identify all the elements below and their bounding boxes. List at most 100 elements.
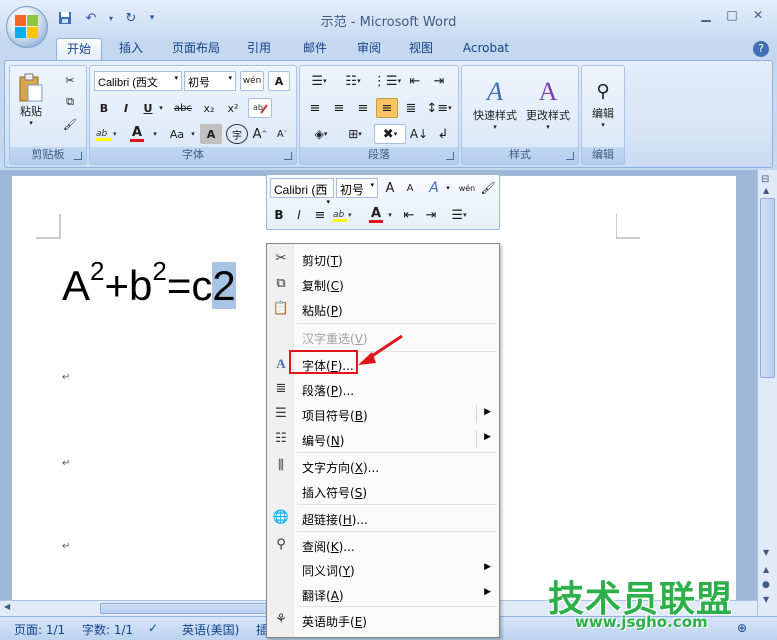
- tab-page-layout[interactable]: 页面布局: [164, 38, 228, 60]
- minimize-icon[interactable]: ▁: [695, 6, 717, 24]
- close-icon[interactable]: ✕: [747, 6, 769, 24]
- clear-formatting-button[interactable]: ab: [248, 98, 272, 118]
- mini-font-color-icon[interactable]: A: [368, 205, 384, 225]
- styles-launcher-icon[interactable]: [566, 152, 574, 160]
- menu-item-synonyms[interactable]: 同义词(Y) ▶: [268, 557, 499, 581]
- borders-button[interactable]: ⊞ ▾: [340, 124, 370, 144]
- sort-icon[interactable]: A↓: [408, 124, 430, 144]
- help-icon[interactable]: ?: [753, 41, 769, 57]
- mini-font-color-dropdown-icon[interactable]: ▾: [385, 205, 395, 225]
- tab-acrobat[interactable]: Acrobat: [456, 38, 516, 60]
- change-case-dropdown-icon[interactable]: ▾: [188, 124, 198, 144]
- enclose-chars-button[interactable]: 字: [226, 124, 248, 144]
- mini-bold-button[interactable]: B: [270, 205, 288, 225]
- italic-button[interactable]: I: [116, 98, 136, 118]
- underline-button[interactable]: U: [138, 98, 158, 118]
- scroll-left-icon[interactable]: ◀: [4, 602, 10, 611]
- copy-icon[interactable]: ⧉: [60, 92, 80, 112]
- tab-mailings[interactable]: 邮件: [292, 38, 338, 60]
- bullets-button[interactable]: ☰ ▾: [304, 71, 334, 91]
- next-page-icon[interactable]: ▼: [763, 595, 769, 604]
- scroll-up-icon[interactable]: ▲: [763, 186, 769, 195]
- font-launcher-icon[interactable]: [284, 152, 292, 160]
- shading-button[interactable]: ◈ ▾: [304, 124, 338, 144]
- browse-object-icon[interactable]: ●: [762, 580, 770, 590]
- change-styles-button[interactable]: A 更改样式 ▾: [522, 70, 574, 138]
- language-indicator[interactable]: 英语(美国): [182, 621, 239, 638]
- quick-styles-button[interactable]: A 快速样式 ▾: [470, 70, 520, 138]
- menu-item-hyperlink[interactable]: 🌐 超链接(H)...: [268, 506, 499, 530]
- scroll-down-icon[interactable]: ▼: [763, 548, 769, 557]
- cut-icon[interactable]: ✂: [60, 70, 80, 90]
- mini-grow-font-button[interactable]: A: [381, 178, 399, 198]
- underline-dropdown-icon[interactable]: ▾: [156, 98, 166, 118]
- mini-font-size-box[interactable]: 初号 ▾: [336, 178, 378, 198]
- tab-insert[interactable]: 插入: [108, 38, 154, 60]
- ruler-toggle-icon[interactable]: ⊟: [761, 174, 769, 185]
- align-center-icon[interactable]: ≡: [328, 98, 350, 118]
- vertical-scrollbar[interactable]: ⊟ ▲ ▼ ▲ ● ▼: [757, 170, 777, 616]
- mini-highlight-icon[interactable]: ab ▾: [332, 205, 356, 225]
- phonetic-guide-button[interactable]: wén: [240, 71, 264, 91]
- menu-item-bullets[interactable]: ☰ 项目符号(B) ▶: [268, 402, 499, 426]
- format-painter-icon[interactable]: 🖌: [60, 114, 80, 134]
- editing-button[interactable]: ⚲ 编辑 ▾: [584, 70, 622, 138]
- line-spacing-button[interactable]: ↕≡ ▾: [424, 98, 454, 118]
- maximize-icon[interactable]: □: [721, 6, 743, 24]
- menu-item-paste[interactable]: 📋 粘贴(P): [268, 297, 499, 321]
- menu-item-insert-symbol[interactable]: 插入符号(S): [268, 479, 499, 503]
- prev-page-icon[interactable]: ▲: [763, 565, 769, 574]
- paste-button[interactable]: 粘贴 ▾: [14, 70, 48, 130]
- menu-item-lookup[interactable]: ⚲ 查阅(K)...: [268, 533, 499, 557]
- equation-text[interactable]: A2+b2=c2: [62, 258, 236, 309]
- char-shading-button[interactable]: A: [200, 124, 222, 144]
- mini-format-painter-icon[interactable]: 🖌: [479, 178, 497, 198]
- mini-styles-dropdown-icon[interactable]: ▾: [443, 178, 453, 198]
- word-count[interactable]: 字数: 1/1: [82, 621, 133, 638]
- horizontal-scroll-thumb[interactable]: [100, 603, 270, 614]
- distributed-icon[interactable]: ≣: [400, 98, 422, 118]
- font-color-button[interactable]: A: [124, 124, 150, 144]
- strikethrough-button[interactable]: abc: [170, 98, 196, 118]
- show-marks-icon[interactable]: ↲: [432, 124, 454, 144]
- mini-bullets-icon[interactable]: ☰ ▾: [445, 205, 473, 225]
- chinese-layout-button[interactable]: ✖ ▾: [374, 124, 406, 144]
- char-border-button[interactable]: A: [268, 71, 290, 91]
- mini-shrink-font-button[interactable]: A: [401, 178, 419, 198]
- mini-italic-button[interactable]: I: [290, 205, 308, 225]
- mini-styles-button[interactable]: A: [423, 178, 445, 198]
- justify-icon[interactable]: ≡: [376, 98, 398, 118]
- selected-text[interactable]: 2: [212, 262, 236, 309]
- mini-increase-indent-icon[interactable]: ⇥: [421, 205, 441, 225]
- menu-item-english-assistant[interactable]: ⚘ 英语助手(E): [268, 608, 499, 632]
- mini-phonetic-button[interactable]: wén: [457, 178, 477, 198]
- page-count[interactable]: 页面: 1/1: [14, 621, 65, 638]
- tab-view[interactable]: 视图: [398, 38, 444, 60]
- menu-item-cut[interactable]: ✂ 剪切(T): [268, 247, 499, 271]
- vertical-scroll-thumb[interactable]: [760, 198, 775, 378]
- menu-item-numbering[interactable]: ☷ 编号(N) ▶: [268, 427, 499, 451]
- office-button[interactable]: [6, 6, 48, 48]
- tab-review[interactable]: 审阅: [346, 38, 392, 60]
- subscript-button[interactable]: x₂: [198, 98, 220, 118]
- tab-home[interactable]: 开始: [56, 38, 102, 60]
- align-right-icon[interactable]: ≡: [352, 98, 374, 118]
- change-case-button[interactable]: Aa: [164, 124, 190, 144]
- mini-center-icon[interactable]: ≡: [310, 205, 330, 225]
- paragraph-launcher-icon[interactable]: [446, 152, 454, 160]
- decrease-indent-icon[interactable]: ⇤: [404, 71, 426, 91]
- mini-decrease-indent-icon[interactable]: ⇤: [399, 205, 419, 225]
- proofing-icon[interactable]: ✓: [148, 621, 158, 635]
- menu-item-text-direction[interactable]: ⫼ 文字方向(X)...: [268, 454, 499, 478]
- menu-item-translate[interactable]: 翻译(A) ▶: [268, 582, 499, 606]
- align-left-icon[interactable]: ≡: [304, 98, 326, 118]
- tab-references[interactable]: 引用: [236, 38, 282, 60]
- grow-font-button[interactable]: A ^: [250, 124, 270, 144]
- mini-font-name-box[interactable]: Calibri (西 ▾: [270, 178, 334, 206]
- font-color-dropdown-icon[interactable]: ▾: [150, 124, 160, 144]
- font-size-box[interactable]: 初号 ▾: [184, 71, 236, 91]
- bold-button[interactable]: B: [94, 98, 114, 118]
- clipboard-launcher-icon[interactable]: [74, 152, 82, 160]
- menu-item-paragraph[interactable]: ≣ 段落(P)...: [268, 377, 499, 401]
- superscript-button[interactable]: x²: [222, 98, 244, 118]
